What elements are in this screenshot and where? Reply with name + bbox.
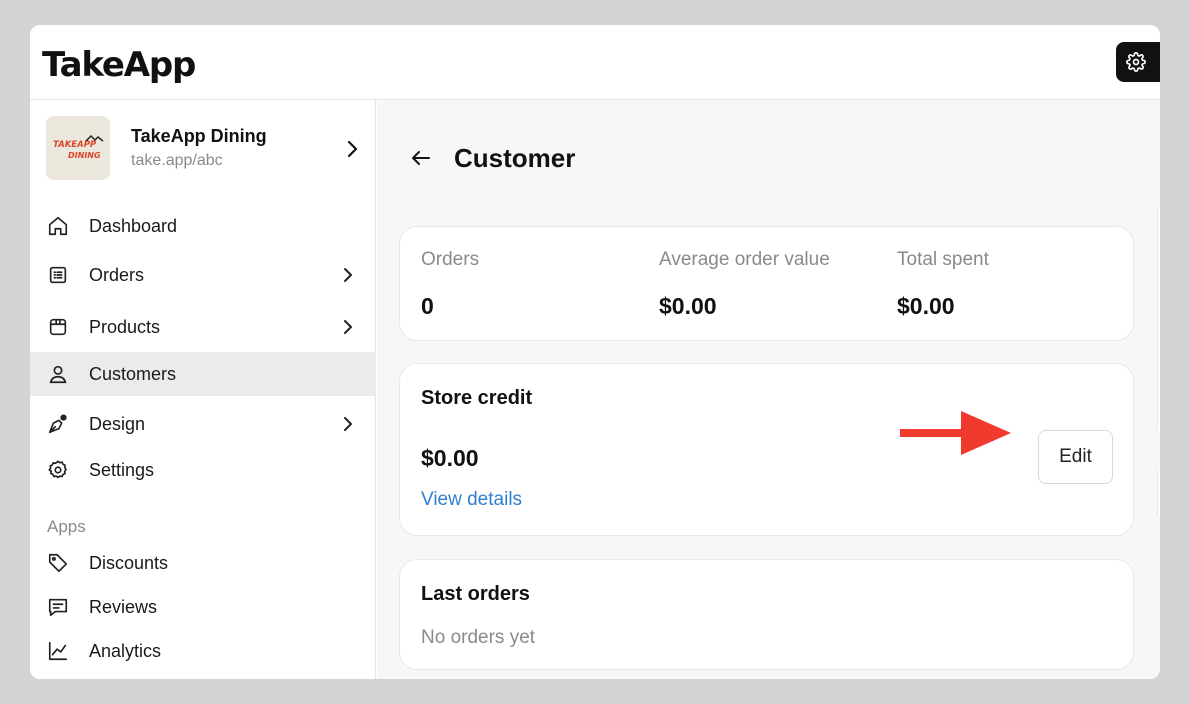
store-url: take.app/abc <box>131 152 223 169</box>
sidebar-item-label: Orders <box>89 265 145 285</box>
list-icon <box>49 266 67 284</box>
stats-card: Orders 0 Average order value $0.00 Total… <box>399 226 1134 341</box>
user-icon <box>49 365 67 384</box>
message-icon <box>48 598 68 617</box>
stat-total-label: Total spent <box>897 249 989 270</box>
side-panel-edge <box>1157 470 1160 516</box>
store-switcher[interactable]: TAKEAPP DINING TakeApp Dining take.app/a… <box>30 100 376 200</box>
annotation-arrow-icon <box>900 411 1011 455</box>
stat-aov-label: Average order value <box>659 249 830 270</box>
sidebar-item-label: Reviews <box>89 597 158 617</box>
sidebar-item-reviews[interactable]: Reviews <box>30 585 376 629</box>
sidebar-item-products[interactable]: Products <box>30 305 376 349</box>
sidebar-item-label: Settings <box>89 460 155 480</box>
page-title: Customer <box>454 143 576 173</box>
home-icon <box>48 216 68 236</box>
sidebar-item-dashboard[interactable]: Dashboard <box>30 204 376 248</box>
back-arrow-icon[interactable] <box>409 146 433 170</box>
stat-aov-value: $0.00 <box>659 293 717 319</box>
view-details-link[interactable]: View details <box>421 489 522 511</box>
sidebar-item-orders[interactable]: Orders <box>30 253 376 297</box>
pen-icon <box>48 414 67 434</box>
app-window: TakeApp TAKEAPP DINING TakeApp Dining ta… <box>30 25 1160 679</box>
sidebar: TAKEAPP DINING TakeApp Dining take.app/a… <box>30 100 376 679</box>
settings-button[interactable] <box>1116 42 1160 82</box>
store-name: TakeApp Dining <box>131 126 267 146</box>
sidebar-item-label: Discounts <box>89 553 169 573</box>
store-credit-title: Store credit <box>421 387 533 409</box>
sidebar-item-label: Products <box>89 317 161 337</box>
app-logo: TakeApp <box>42 45 196 85</box>
chevron-right-icon <box>344 417 352 431</box>
top-bar: TakeApp <box>30 25 1160 100</box>
box-icon <box>49 318 67 336</box>
tag-icon <box>48 553 68 573</box>
chevron-right-icon <box>344 268 352 282</box>
stat-orders-label: Orders <box>421 249 480 270</box>
sidebar-item-customers[interactable]: Customers <box>30 352 376 396</box>
sidebar-item-discounts[interactable]: Discounts <box>30 541 376 585</box>
sidebar-item-label: Dashboard <box>89 216 178 236</box>
sidebar-item-analytics[interactable]: Analytics <box>30 629 376 673</box>
main-content: Customer Orders 0 Average order value $0… <box>377 100 1160 679</box>
store-logo: TAKEAPP DINING <box>46 116 110 180</box>
side-panel-edge <box>1157 208 1160 430</box>
gear-icon <box>1126 52 1146 72</box>
edit-button[interactable]: Edit <box>1038 430 1113 484</box>
svg-text:TAKEAPP: TAKEAPP <box>53 140 97 150</box>
sidebar-item-settings[interactable]: Settings <box>30 448 376 492</box>
store-credit-card: Store credit $0.00 View details Edit <box>399 363 1134 536</box>
stat-total-value: $0.00 <box>897 293 955 319</box>
last-orders-title: Last orders <box>421 583 530 605</box>
sidebar-item-label: Design <box>89 414 146 434</box>
sidebar-item-label: Analytics <box>89 641 162 661</box>
chart-icon <box>48 641 68 661</box>
sidebar-item-design[interactable]: Design <box>30 402 376 446</box>
empty-orders-text: No orders yet <box>421 627 536 648</box>
chevron-right-icon <box>347 140 358 158</box>
gear-icon <box>48 460 67 479</box>
sidebar-item-label: Customers <box>89 364 177 384</box>
chevron-right-icon <box>344 320 352 334</box>
svg-text:DINING: DINING <box>68 151 101 160</box>
stat-orders-value: 0 <box>421 293 434 319</box>
store-credit-value: $0.00 <box>421 445 479 471</box>
last-orders-card: Last orders No orders yet <box>399 559 1134 670</box>
apps-section-label: Apps <box>47 517 86 536</box>
